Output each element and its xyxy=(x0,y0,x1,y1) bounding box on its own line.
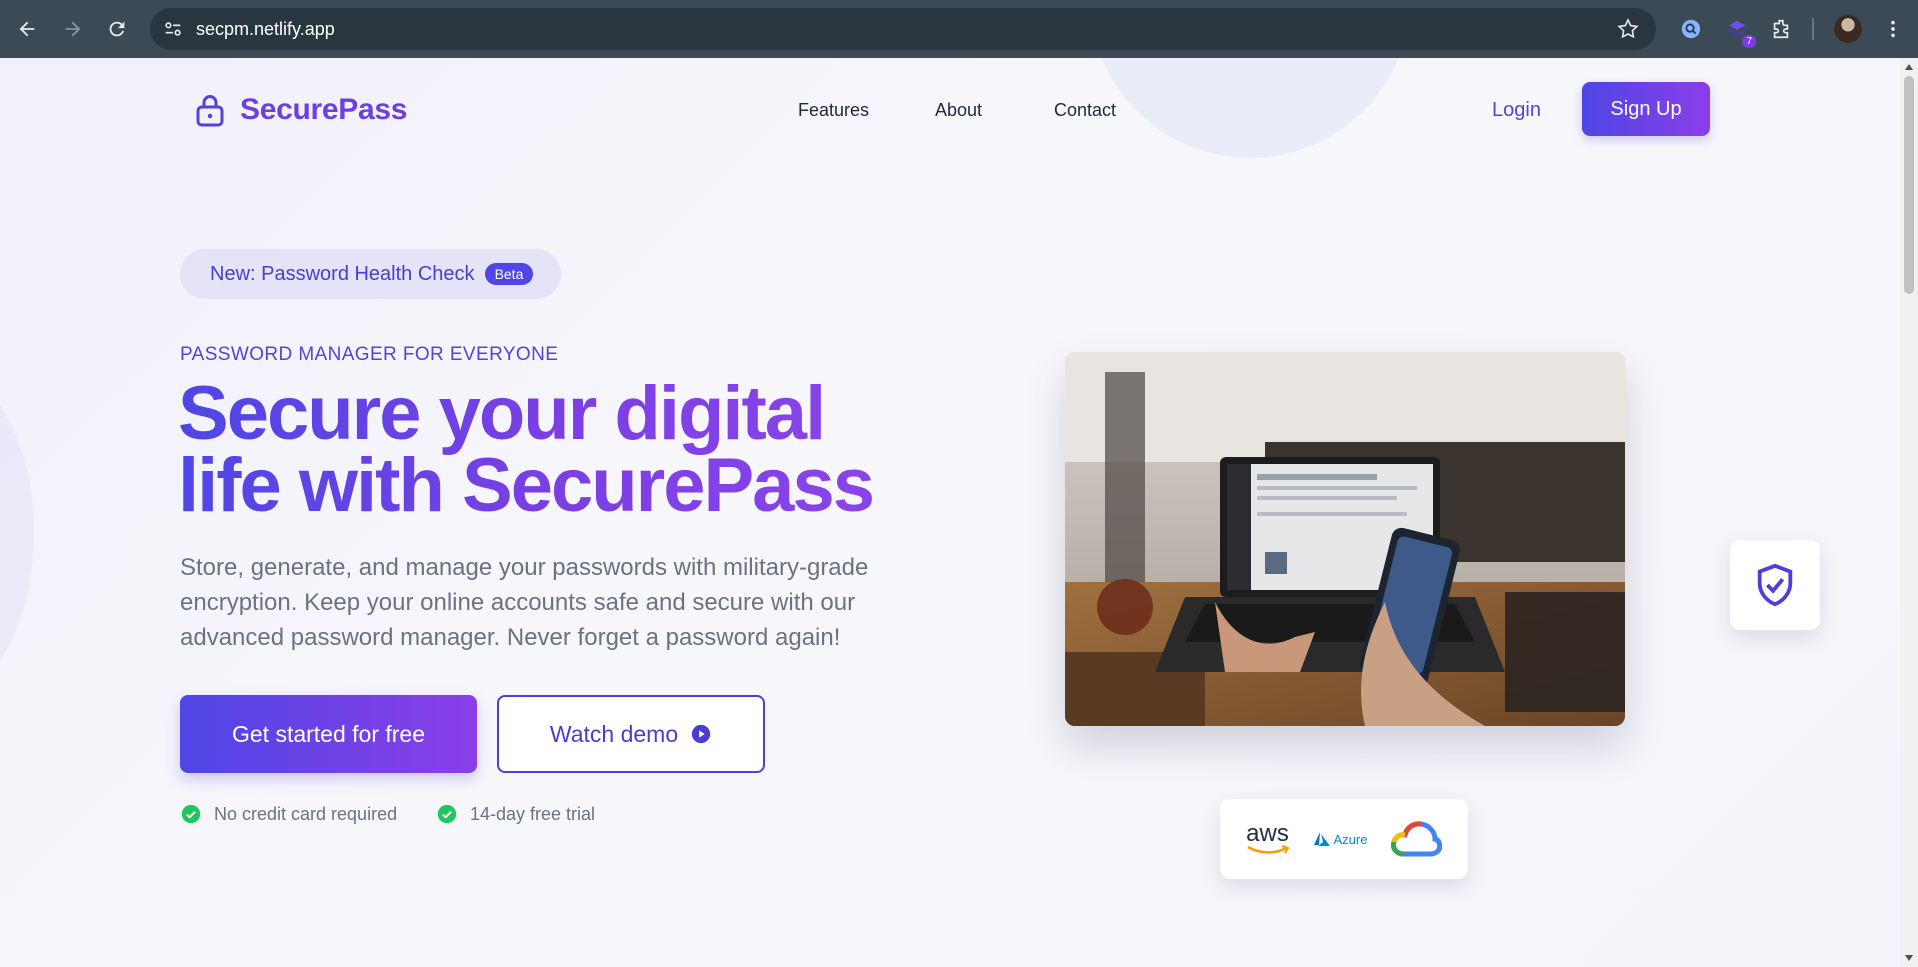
extension-badge: 7 xyxy=(1742,35,1756,48)
toolbar-divider xyxy=(1812,18,1814,40)
brand-logo[interactable]: SecurePass xyxy=(192,92,407,128)
perk-no-credit-card: No credit card required xyxy=(180,803,397,825)
azure-wordmark: Azure xyxy=(1333,831,1368,847)
site-settings-icon[interactable] xyxy=(162,18,184,40)
back-button[interactable] xyxy=(12,14,42,44)
nav-link-features[interactable]: Features xyxy=(798,100,869,121)
profile-avatar[interactable] xyxy=(1834,15,1862,43)
perk-label: No credit card required xyxy=(214,803,398,824)
login-link[interactable]: Login xyxy=(1492,99,1541,122)
announcement-pill[interactable]: New: Password Health Check Beta xyxy=(180,249,561,299)
stack-extension-icon[interactable]: 7 xyxy=(1724,16,1756,48)
aws-wordmark: aws xyxy=(1246,820,1289,847)
background-decoration xyxy=(1090,58,1410,158)
headline-line-2: life with SecurePass xyxy=(178,443,873,528)
beta-badge: Beta xyxy=(484,263,534,285)
reload-button[interactable] xyxy=(102,14,132,44)
shield-check-icon xyxy=(1757,563,1793,607)
nav-link-about[interactable]: About xyxy=(935,100,982,121)
perk-label: 14-day free trial xyxy=(470,803,596,824)
hero-image xyxy=(1065,352,1625,726)
url-text[interactable]: secpm.netlify.app xyxy=(196,19,335,40)
arrow-right-icon xyxy=(65,21,81,37)
watch-demo-label: Watch demo xyxy=(549,720,679,747)
aws-smile-icon xyxy=(1246,845,1289,854)
get-started-button[interactable]: Get started for free xyxy=(180,695,477,773)
watch-demo-button[interactable]: Watch demo xyxy=(497,695,765,773)
forward-button[interactable] xyxy=(58,14,88,44)
reload-icon xyxy=(109,21,125,37)
signup-button[interactable]: Sign Up xyxy=(1582,82,1710,136)
cloud-providers-card: aws Azure xyxy=(1220,799,1468,879)
brand-name: SecurePass xyxy=(240,93,408,126)
extensions-puzzle-icon[interactable] xyxy=(1768,16,1794,42)
hero-eyebrow: PASSWORD MANAGER FOR EVERYONE xyxy=(180,344,559,365)
azure-icon xyxy=(1313,832,1330,846)
scroll-up-arrow[interactable] xyxy=(1905,64,1913,70)
play-circle-icon xyxy=(691,724,711,744)
browser-menu-icon[interactable] xyxy=(1880,16,1906,42)
azure-logo: Azure xyxy=(1313,831,1368,847)
check-circle-icon xyxy=(181,804,201,824)
hero-headline: Secure your digital life with SecurePass xyxy=(178,378,938,522)
arrow-left-icon xyxy=(19,21,35,37)
browser-toolbar: secpm.netlify.app 7 xyxy=(0,0,1918,58)
lock-icon xyxy=(196,95,224,127)
google-cloud-icon xyxy=(1391,821,1443,857)
announcement-text: New: Password Health Check xyxy=(210,262,475,285)
bookmark-star-icon[interactable] xyxy=(1616,17,1640,41)
background-decoration xyxy=(0,358,34,708)
aws-logo: aws xyxy=(1246,820,1290,855)
security-badge-card xyxy=(1730,540,1820,630)
page-viewport: SecurePass Features About Contact Login … xyxy=(0,58,1900,967)
hero-description: Store, generate, and manage your passwor… xyxy=(180,554,869,651)
perk-free-trial: 14-day free trial xyxy=(436,803,595,825)
address-bar[interactable]: secpm.netlify.app xyxy=(150,8,1656,50)
laptop-phone-photo xyxy=(1065,352,1625,726)
nav-link-contact[interactable]: Contact xyxy=(1054,100,1116,121)
check-circle-icon xyxy=(437,804,457,824)
page-scrollbar[interactable] xyxy=(1900,58,1918,967)
scroll-down-arrow[interactable] xyxy=(1905,955,1913,961)
scrollbar-thumb[interactable] xyxy=(1904,76,1914,294)
lens-extension-icon[interactable] xyxy=(1678,16,1704,42)
